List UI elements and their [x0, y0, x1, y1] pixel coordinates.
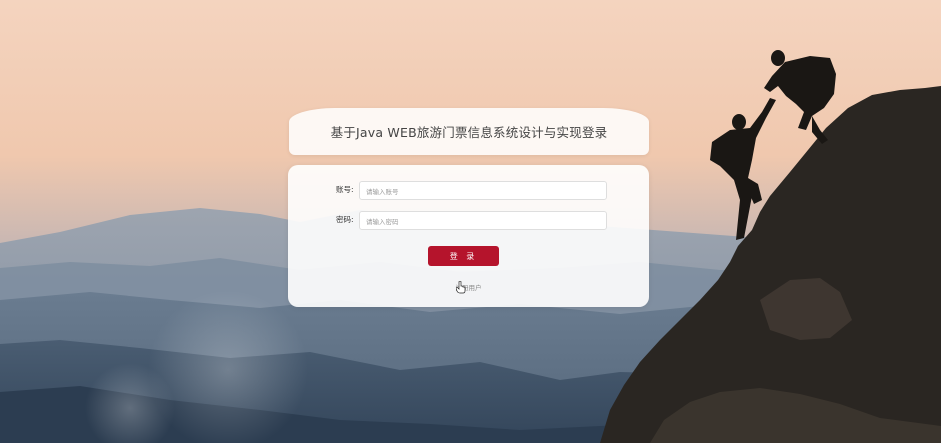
- page-title: 基于Java WEB旅游门票信息系统设计与实现登录: [330, 125, 608, 140]
- account-input[interactable]: 请输入账号: [359, 181, 607, 200]
- password-input[interactable]: 请输入密码: [359, 211, 607, 230]
- account-placeholder: 请输入账号: [366, 188, 399, 196]
- account-label: 账号:: [336, 185, 354, 194]
- login-form: 账号: 请输入账号 密码: 请输入密码 登 录 注册用户: [288, 165, 649, 307]
- login-button[interactable]: 登 录: [428, 246, 499, 266]
- password-label: 密码:: [336, 215, 354, 224]
- account-row: 账号: 请输入账号: [288, 181, 649, 201]
- password-row: 密码: 请输入密码: [288, 211, 649, 231]
- register-link[interactable]: 注册用户: [288, 282, 649, 292]
- login-button-label: 登 录: [449, 251, 478, 261]
- hand-pointer-icon: [456, 281, 466, 294]
- login-title-card: 基于Java WEB旅游门票信息系统设计与实现登录: [289, 108, 649, 155]
- password-placeholder: 请输入密码: [366, 218, 399, 226]
